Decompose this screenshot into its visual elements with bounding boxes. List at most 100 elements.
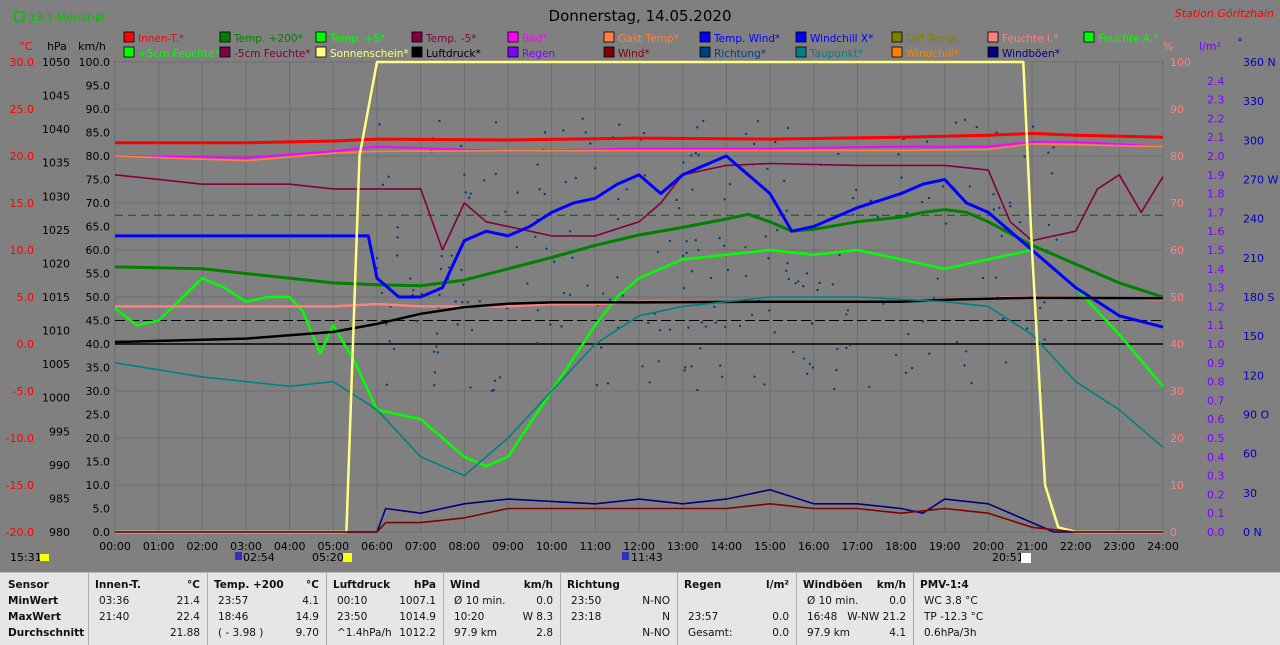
direction-point bbox=[1018, 220, 1022, 224]
direction-point bbox=[536, 163, 539, 166]
time-tick-label: 14:00 bbox=[710, 540, 742, 553]
legend-label: Sonnenschein* bbox=[330, 48, 409, 60]
column-unit: hPa bbox=[414, 579, 436, 591]
direction-point bbox=[694, 152, 697, 155]
kmh-tick-label: 95.0 bbox=[86, 80, 111, 93]
rain-tick-label: 0.5 bbox=[1207, 432, 1225, 445]
kmh-tick-label: 25.0 bbox=[86, 409, 111, 422]
row-label: Sensor bbox=[8, 579, 49, 591]
direction-point bbox=[536, 309, 540, 312]
cell-value: N-NO bbox=[642, 595, 670, 607]
kmh-tick-label: 85.0 bbox=[86, 127, 111, 140]
kmh-tick-label: 60.0 bbox=[86, 244, 111, 257]
direction-point bbox=[461, 301, 464, 304]
direction-point bbox=[750, 313, 754, 317]
direction-tick-label: 300 bbox=[1243, 134, 1264, 147]
direction-point bbox=[994, 276, 998, 279]
direction-point bbox=[685, 251, 688, 255]
direction-point bbox=[756, 119, 760, 123]
direction-point bbox=[1001, 317, 1005, 321]
time-tick-label: 19:00 bbox=[929, 540, 961, 553]
cell-value: N-NO bbox=[642, 627, 670, 639]
direction-point bbox=[467, 196, 471, 199]
direction-point bbox=[411, 289, 415, 292]
direction-point bbox=[963, 364, 966, 367]
direction-point bbox=[944, 222, 948, 225]
hpa-tick-label: 1025 bbox=[42, 224, 70, 237]
direction-point bbox=[696, 388, 699, 392]
direction-point bbox=[563, 291, 566, 295]
column-unit: °C bbox=[306, 579, 319, 591]
cell-time: 23:57 bbox=[218, 595, 249, 607]
direction-point bbox=[786, 261, 789, 265]
column-unit: °C bbox=[187, 579, 200, 591]
direction-tick-label: 240 bbox=[1243, 213, 1264, 226]
rain-tick-label: 0.6 bbox=[1207, 413, 1225, 426]
rain-tick-label: 1.4 bbox=[1207, 263, 1225, 276]
direction-point bbox=[774, 140, 777, 144]
percent-tick-label: 90 bbox=[1170, 103, 1184, 116]
direction-point bbox=[719, 364, 722, 367]
direction-point bbox=[728, 183, 732, 186]
legend-swatch bbox=[219, 46, 231, 58]
legend-swatch bbox=[603, 46, 615, 58]
kmh-tick-label: 40.0 bbox=[86, 338, 111, 351]
direction-point bbox=[904, 371, 908, 375]
direction-point bbox=[920, 200, 924, 204]
direction-point bbox=[848, 343, 852, 347]
rain-tick-label: 2.4 bbox=[1207, 75, 1225, 88]
kmh-tick-label: 65.0 bbox=[86, 221, 111, 234]
direction-point bbox=[438, 293, 441, 297]
hpa-tick-label: 980 bbox=[49, 526, 70, 539]
direction-point bbox=[753, 375, 756, 378]
direction-point bbox=[498, 376, 502, 379]
legend-swatch bbox=[987, 31, 999, 43]
rain-tick-label: 1.5 bbox=[1207, 244, 1225, 257]
direction-point bbox=[1031, 125, 1035, 128]
summary-column: Temp. +200 °C 23:57 4.1 18:46 14.9 ( - 3.98 ) 9… bbox=[207, 573, 327, 645]
direction-point bbox=[385, 322, 388, 326]
direction-point bbox=[690, 270, 694, 273]
direction-point bbox=[543, 192, 546, 196]
direction-point bbox=[469, 192, 472, 195]
direction-point bbox=[868, 385, 871, 389]
month-avg-label: 13.7 Monat-Ø bbox=[29, 11, 104, 24]
column-header: Richtung bbox=[567, 579, 620, 591]
legend-swatch bbox=[987, 46, 999, 58]
direction-point bbox=[835, 368, 838, 372]
direction-point bbox=[700, 321, 704, 324]
direction-point bbox=[722, 244, 726, 248]
hpa-tick-label: 1035 bbox=[42, 157, 70, 170]
direction-point bbox=[657, 360, 661, 363]
direction-tick-label: 120 bbox=[1243, 369, 1264, 382]
sun-left-icon bbox=[40, 554, 49, 561]
cell-time: 23:50 bbox=[571, 595, 602, 607]
legend-swatch bbox=[123, 31, 135, 43]
direction-point bbox=[462, 283, 465, 286]
direction-point bbox=[964, 350, 968, 353]
legend-label: Windchill X* bbox=[810, 33, 873, 45]
cell-value: 22.4 bbox=[176, 611, 200, 623]
hpa-tick-label: 1020 bbox=[42, 257, 70, 270]
direction-point bbox=[897, 152, 900, 156]
sunset-icon bbox=[1021, 553, 1031, 563]
direction-point bbox=[753, 142, 756, 146]
hpa-tick-label: 995 bbox=[49, 425, 70, 438]
cell-value: 0.0 bbox=[772, 611, 789, 623]
direction-point bbox=[696, 126, 699, 129]
direction-point bbox=[690, 154, 693, 157]
rain-tick-label: 0.7 bbox=[1207, 394, 1225, 407]
legend-swatch bbox=[699, 46, 711, 58]
celsius-tick-label: -15.0 bbox=[6, 479, 34, 492]
direction-point bbox=[767, 256, 770, 260]
direction-point bbox=[802, 357, 806, 360]
legend-label: Feuchte A.* bbox=[1098, 33, 1159, 45]
direction-point bbox=[697, 153, 700, 157]
direction-point bbox=[435, 332, 439, 335]
sunrise-icon bbox=[235, 552, 242, 560]
sunrise-time: 02:54 bbox=[243, 551, 275, 564]
direction-point bbox=[415, 319, 418, 323]
direction-point bbox=[837, 152, 840, 156]
legend-swatch bbox=[315, 46, 327, 58]
percent-tick-label: 80 bbox=[1170, 150, 1184, 163]
